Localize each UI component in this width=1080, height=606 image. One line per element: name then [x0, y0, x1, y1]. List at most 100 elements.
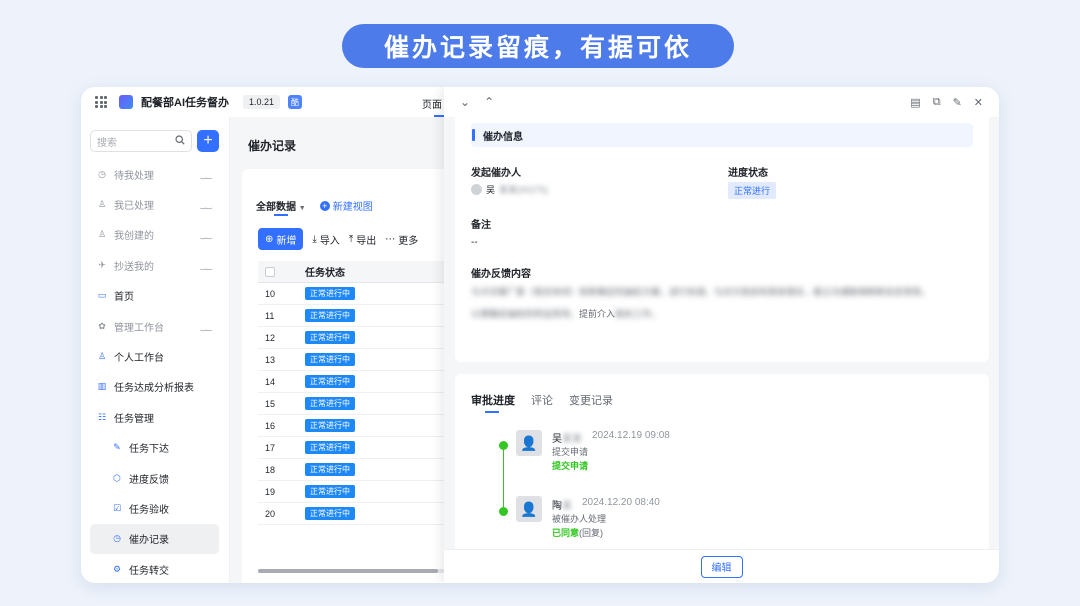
tab-approval-progress[interactable]: 审批进度	[471, 392, 515, 413]
feedback-content: 与冷冻餐厂家（南京休闲）就新确定的抽检方案，进行协调。与对方就如何具体落实，建立…	[471, 281, 961, 325]
status-badge: 正常进行中	[305, 441, 355, 454]
print-icon[interactable]: ▤	[910, 96, 920, 109]
table-row[interactable]: 15 正常进行中	[258, 393, 444, 415]
status-value: 正常进行	[728, 182, 777, 199]
eye-closed-icon[interactable]: ‿‿	[200, 261, 219, 270]
table-row[interactable]: 10 正常进行中	[258, 283, 444, 305]
select-all-checkbox[interactable]	[265, 266, 275, 277]
sidebar-item-icon: ✈	[98, 259, 106, 270]
plus-circle-icon: +	[319, 200, 330, 211]
sidebar-item[interactable]: ✿ 管理工作台 ‿‿	[90, 311, 219, 341]
sidebar-item-icon: ♙	[97, 351, 107, 362]
eye-closed-icon[interactable]: ‿‿	[200, 322, 219, 331]
sidebar-item-label: 进度反馈	[129, 474, 169, 486]
initiator-label: 发起催办人	[471, 168, 521, 179]
sidebar-item[interactable]: ♙ 个人工作台	[90, 341, 219, 371]
new-record-label: 新增	[276, 235, 297, 247]
app-grid-icon[interactable]	[95, 96, 107, 108]
eye-closed-icon[interactable]: ‿‿	[200, 200, 219, 209]
new-view-button[interactable]: + 新建视图	[319, 198, 373, 213]
table-row[interactable]: 11 正常进行中	[258, 305, 444, 327]
horizontal-scrollbar[interactable]	[258, 569, 444, 573]
row-number: 12	[265, 332, 276, 343]
sidebar-item-label: 我创建的	[114, 231, 154, 243]
open-external-icon[interactable]: ⧉	[933, 96, 941, 109]
search-icon	[175, 134, 185, 148]
sidebar-item[interactable]: ▥ 任务达成分析报表	[90, 372, 219, 402]
export-label: 导出	[356, 235, 377, 247]
list-pane: 催办记录 全部数据 ▼ + 新建视图 ⊕ 新增 ⤓ 导入 ⤒ 导出 ⋯ 更多 任务状态 1…	[230, 117, 444, 583]
export-button[interactable]: ⤒ 导出	[349, 232, 376, 247]
scrollbar-thumb[interactable]	[258, 569, 438, 573]
eye-closed-icon[interactable]: ‿‿	[200, 230, 219, 239]
tab-change-log[interactable]: 变更记录	[569, 392, 613, 408]
sidebar-item[interactable]: ✎ 任务下达	[90, 433, 219, 463]
row-number: 10	[265, 288, 276, 299]
sidebar-item[interactable]: ♙ 我已处理 ‿‿	[90, 189, 219, 219]
status-badge: 正常进行中	[305, 287, 355, 300]
timeline-item-2-note: (回复)	[579, 528, 604, 538]
drawer-header: ⌄ ⌃ ▤ ⧉ ✎ ✕	[444, 87, 999, 117]
table-row[interactable]: 20 正常进行中	[258, 503, 444, 525]
sidebar-item[interactable]: ⬡ 进度反馈	[90, 463, 219, 493]
table-row[interactable]: 18 正常进行中	[258, 459, 444, 481]
chevron-up-icon[interactable]: ⌃	[484, 95, 494, 109]
sidebar-item-label: 我已处理	[114, 201, 154, 213]
timeline-item-1-result-text: 提交申请	[552, 461, 589, 471]
sidebar-item[interactable]: ◷ 待我处理 ‿‿	[90, 159, 219, 189]
eye-closed-icon[interactable]: ‿‿	[200, 170, 219, 179]
row-number: 18	[265, 464, 276, 475]
table-row[interactable]: 16 正常进行中	[258, 415, 444, 437]
timeline-item-1-result: 提交申请	[552, 459, 588, 472]
import-button[interactable]: ⤓ 导入	[312, 232, 339, 247]
drawer-footer: 编辑	[444, 549, 999, 583]
sidebar-item[interactable]: ⚙ 任务转交	[90, 554, 219, 583]
feedback-line-2-blur: 以便确定抽检的样品现场，	[471, 309, 580, 319]
add-button[interactable]: +	[197, 130, 219, 152]
section-title: 催办信息	[471, 123, 973, 147]
search-placeholder: 搜索	[97, 137, 117, 149]
sidebar-item[interactable]: ♙ 我创建的 ‿‿	[90, 220, 219, 250]
sidebar-item-icon: ☷	[97, 411, 107, 422]
sidebar-item-label: 催办记录	[129, 535, 169, 547]
feedback-line-2-tail: 相关工作。	[615, 309, 661, 319]
table-row[interactable]: 13 正常进行中	[258, 349, 444, 371]
sidebar-item[interactable]: ☷ 任务管理	[90, 402, 219, 432]
sidebar-item[interactable]: ◷ 催办记录	[90, 523, 219, 555]
table-header: 任务状态	[258, 261, 444, 283]
sidebar-item[interactable]: ▭ 首页	[90, 281, 219, 311]
table-row[interactable]: 19 正常进行中	[258, 481, 444, 503]
search-input[interactable]: 搜索	[90, 130, 192, 152]
more-button[interactable]: ⋯ 更多	[385, 232, 418, 247]
timeline-item-2-result: 已同意(回复)	[552, 526, 603, 539]
table-row[interactable]: 14 正常进行中	[258, 371, 444, 393]
sidebar-item-icon: ▭	[97, 290, 107, 301]
edit-icon[interactable]: ✎	[953, 96, 962, 109]
sidebar-item[interactable]: ✈ 抄送我的 ‿‿	[90, 250, 219, 280]
tab-all-data[interactable]: 全部数据 ▼	[256, 198, 306, 216]
app-window: 配餐部AI任务督办 1.0.21 酷 页面 搜索 + ◷ 待我处理 ‿‿ ♙ 我已处理 ‿…	[81, 87, 999, 583]
new-record-button[interactable]: ⊕ 新增	[258, 228, 304, 250]
table-row[interactable]: 12 正常进行中	[258, 327, 444, 349]
row-number: 17	[265, 442, 276, 453]
row-number: 16	[265, 420, 276, 431]
tab-comments[interactable]: 评论	[531, 392, 553, 408]
close-icon[interactable]: ✕	[974, 96, 983, 109]
sidebar-item-icon: ▥	[97, 381, 107, 392]
chevron-down-icon[interactable]: ⌄	[460, 95, 470, 109]
initiator-value: 吴 某某(00275)	[471, 183, 548, 196]
edit-button[interactable]: 编辑	[700, 555, 743, 578]
records-table: 任务状态 10 正常进行中 11 正常进行中 12 正常进行中 13 正常进行中 14 正常进行中…	[258, 261, 444, 525]
table-body: 10 正常进行中 11 正常进行中 12 正常进行中 13 正常进行中 14 正常进行中 15 正常进…	[258, 283, 444, 525]
table-row[interactable]: 17 正常进行中	[258, 437, 444, 459]
sidebar-item-icon: ◷	[98, 168, 106, 179]
sidebar-item-icon: ✎	[113, 442, 121, 453]
sidebar-item[interactable]: ☑ 任务验收	[90, 493, 219, 523]
tab-all-data-label: 全部数据	[256, 202, 296, 213]
status-label: 进度状态	[728, 168, 768, 179]
user-avatar[interactable]: 酷	[288, 95, 303, 109]
page-tab[interactable]: 页面	[422, 96, 442, 111]
status-badge: 正常进行中	[305, 419, 355, 432]
sidebar-item-label: 任务达成分析报表	[114, 383, 194, 395]
sidebar-item-label: 个人工作台	[114, 353, 164, 365]
